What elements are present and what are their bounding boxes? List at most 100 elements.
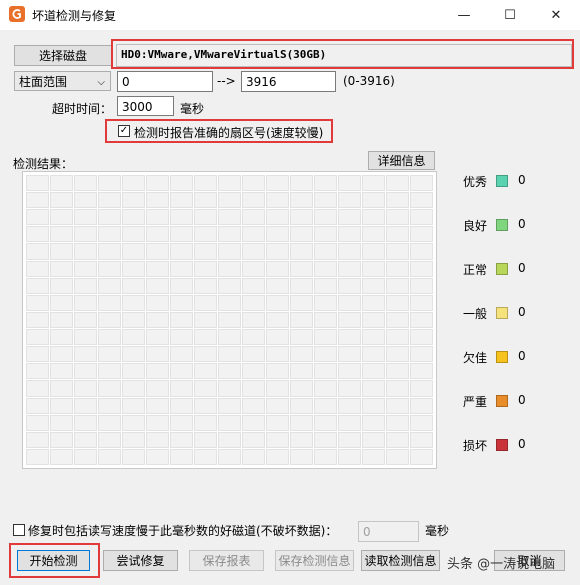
grid-cell xyxy=(146,329,169,346)
repair-slow-tracks-checkbox[interactable] xyxy=(13,524,25,536)
grid-cell xyxy=(122,226,145,243)
grid-cell xyxy=(218,329,241,346)
read-scan-info-button[interactable]: 读取检测信息 xyxy=(361,550,440,571)
legend-label: 损坏 xyxy=(463,439,488,453)
grid-cell xyxy=(410,226,433,243)
grid-cell xyxy=(362,243,385,260)
watermark-text: 头条 @一涛说电脑 xyxy=(447,557,556,572)
grid-cell xyxy=(410,192,433,209)
grid-cell xyxy=(122,414,145,431)
grid-cell xyxy=(314,380,337,397)
grid-cell xyxy=(386,346,409,363)
grid-cell xyxy=(194,277,217,294)
repair-slow-tracks-label[interactable]: 修复时包括读写速度慢于此毫秒数的好磁道(不破坏数据)： xyxy=(28,522,337,539)
grid-cell xyxy=(74,363,97,380)
grid-cell xyxy=(242,175,265,192)
minimize-button[interactable]: — xyxy=(441,0,487,30)
grid-cell xyxy=(194,431,217,448)
range-end-input[interactable]: 3916 xyxy=(241,71,336,92)
grid-cell xyxy=(26,311,49,329)
grid-cell xyxy=(314,260,337,277)
grid-cell xyxy=(410,175,433,192)
grid-cell xyxy=(122,346,145,363)
grid-cell xyxy=(338,363,361,380)
grid-cell xyxy=(266,329,289,346)
grid-cell xyxy=(146,380,169,397)
grid-cell xyxy=(50,414,73,431)
grid-cell xyxy=(122,448,145,465)
grid-cell xyxy=(122,243,145,260)
highlight-disk xyxy=(111,39,574,69)
grid-cell xyxy=(74,380,97,397)
grid-cell xyxy=(338,175,361,192)
grid-cell xyxy=(98,192,121,209)
grid-cell xyxy=(266,277,289,294)
grid-cell xyxy=(314,226,337,243)
grid-cell xyxy=(242,346,265,363)
grid-cell xyxy=(386,277,409,294)
grid-cell xyxy=(266,311,289,329)
range-mode-select[interactable]: 柱面范围 ⌵ xyxy=(14,71,111,91)
select-disk-button[interactable]: 选择磁盘 xyxy=(14,45,112,66)
grid-cell xyxy=(146,209,169,226)
grid-cell xyxy=(290,311,313,329)
grid-cell xyxy=(122,329,145,346)
legend-swatch xyxy=(496,263,508,275)
grid-cell xyxy=(266,431,289,448)
details-button[interactable]: 详细信息 xyxy=(368,151,435,170)
grid-cell xyxy=(266,414,289,431)
grid-cell xyxy=(362,311,385,329)
save-scan-info-button[interactable]: 保存检测信息 xyxy=(275,550,354,571)
grid-cell xyxy=(50,260,73,277)
grid-cell xyxy=(98,277,121,294)
grid-cell xyxy=(218,431,241,448)
grid-cell xyxy=(26,294,49,311)
grid-cell xyxy=(386,363,409,380)
close-button[interactable]: ✕ xyxy=(533,0,579,30)
grid-cell xyxy=(194,448,217,465)
grid-cell xyxy=(242,209,265,226)
grid-cell xyxy=(98,260,121,277)
repair-threshold-input[interactable]: 0 xyxy=(358,521,419,542)
range-start-input[interactable]: 0 xyxy=(117,71,213,92)
grid-cell xyxy=(362,414,385,431)
grid-cell xyxy=(194,175,217,192)
grid-cell xyxy=(362,431,385,448)
grid-cell xyxy=(290,329,313,346)
grid-cell xyxy=(410,414,433,431)
legend-count: 0 xyxy=(518,305,526,319)
grid-cell xyxy=(314,414,337,431)
grid-cell xyxy=(338,414,361,431)
grid-cell xyxy=(362,175,385,192)
grid-cell xyxy=(194,209,217,226)
maximize-button[interactable]: ☐ xyxy=(487,0,533,30)
grid-cell xyxy=(338,380,361,397)
grid-cell xyxy=(338,260,361,277)
grid-cell xyxy=(74,329,97,346)
grid-cell xyxy=(242,380,265,397)
grid-cell xyxy=(314,311,337,329)
grid-cell xyxy=(26,329,49,346)
grid-cell xyxy=(266,209,289,226)
grid-cell xyxy=(218,175,241,192)
grid-cell xyxy=(314,329,337,346)
legend-count: 0 xyxy=(518,173,526,187)
grid-cell xyxy=(386,209,409,226)
grid-cell xyxy=(74,209,97,226)
grid-cell xyxy=(338,311,361,329)
legend-count: 0 xyxy=(518,437,526,451)
grid-cell xyxy=(410,209,433,226)
grid-cell xyxy=(74,414,97,431)
save-report-button[interactable]: 保存报表 xyxy=(189,550,264,571)
grid-cell xyxy=(146,431,169,448)
timeout-input[interactable]: 3000 xyxy=(117,96,174,116)
grid-cell xyxy=(338,226,361,243)
grid-cell xyxy=(386,431,409,448)
grid-cell xyxy=(146,294,169,311)
try-repair-button[interactable]: 尝试修复 xyxy=(103,550,178,571)
grid-cell xyxy=(362,294,385,311)
grid-cell xyxy=(338,277,361,294)
grid-cell xyxy=(218,380,241,397)
grid-cell xyxy=(170,226,193,243)
grid-cell xyxy=(242,243,265,260)
